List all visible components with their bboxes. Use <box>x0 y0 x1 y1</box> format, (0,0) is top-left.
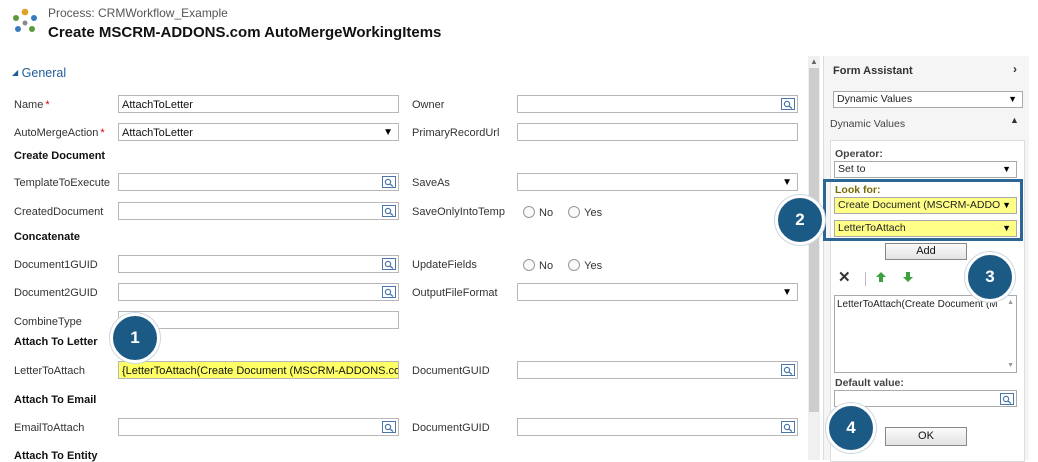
lookup-icon[interactable] <box>781 98 795 110</box>
automerge-action-select[interactable]: AttachToLetter ▼ <box>118 123 399 141</box>
email-to-attach-label: EmailToAttach <box>14 422 85 434</box>
letter-to-attach-label: LetterToAttach <box>14 365 85 377</box>
radio-yes[interactable]: Yes <box>568 206 602 219</box>
update-fields-label: UpdateFields <box>412 259 477 271</box>
callout-badge-1: 1 <box>110 313 160 363</box>
created-document-label: CreatedDocument <box>14 206 104 218</box>
created-document-input[interactable] <box>118 202 399 220</box>
move-up-icon[interactable] <box>875 271 887 283</box>
toolbar-divider <box>865 272 866 286</box>
mode-value: Dynamic Values <box>837 93 913 105</box>
delete-icon[interactable]: ✕ <box>838 268 851 286</box>
list-scroll-up-icon[interactable]: ▲ <box>1007 299 1014 306</box>
document1-guid-input[interactable] <box>118 255 399 273</box>
operator-label: Operator: <box>835 148 883 160</box>
page-title: Create MSCRM-ADDONS.com AutoMergeWorking… <box>48 24 442 41</box>
collapse-triangle-icon: ◢ <box>12 68 19 77</box>
look-for-highlight <box>823 179 1023 241</box>
dropdown-arrow-icon: ▼ <box>782 177 792 188</box>
lookup-icon[interactable] <box>781 364 795 376</box>
lookup-icon[interactable] <box>382 258 396 270</box>
document-guid-input[interactable] <box>517 361 798 379</box>
lookup-icon[interactable] <box>382 286 396 298</box>
callout-badge-3: 3 <box>965 252 1015 302</box>
form-assistant-mode-select[interactable]: Dynamic Values ▼ <box>833 91 1023 108</box>
radio-yes[interactable]: Yes <box>568 259 602 272</box>
move-down-icon[interactable] <box>902 271 914 283</box>
letter-to-attach-input[interactable]: {LetterToAttach(Create Document (MSCRM-A… <box>118 361 399 379</box>
automerge-action-label: AutoMergeAction * <box>14 127 105 139</box>
save-as-label: SaveAs <box>412 177 450 189</box>
add-button[interactable]: Add <box>885 243 967 260</box>
document-guid-label-2: DocumentGUID <box>412 422 490 434</box>
operator-select[interactable]: Set to ▼ <box>834 161 1017 178</box>
combine-type-input[interactable] <box>118 311 399 329</box>
template-to-execute-label: TemplateToExecute <box>14 177 110 189</box>
lookup-icon[interactable] <box>1000 393 1014 405</box>
chevron-right-icon[interactable]: › <box>1013 62 1017 76</box>
general-section-label: General <box>21 66 67 80</box>
default-value-label: Default value: <box>835 377 904 389</box>
owner-input[interactable] <box>517 95 798 113</box>
lookup-icon[interactable] <box>382 205 396 217</box>
automerge-action-value: AttachToLetter <box>122 127 193 139</box>
save-only-into-temp-radios: No Yes <box>523 206 614 219</box>
dynamic-values-list[interactable]: LetterToAttach(Create Document (M ▲ ▼ <box>834 295 1017 373</box>
save-as-select[interactable]: ▼ <box>517 173 798 191</box>
document1-guid-label: Document1GUID <box>14 259 98 271</box>
dropdown-arrow-icon: ▼ <box>1008 94 1017 104</box>
attach-to-letter-heading: Attach To Letter <box>14 336 98 348</box>
document-guid-label: DocumentGUID <box>412 365 490 377</box>
name-label: Name * <box>14 99 50 111</box>
owner-label: Owner <box>412 99 445 111</box>
callout-badge-2: 2 <box>775 195 825 245</box>
form-assistant-title: Form Assistant <box>833 65 913 77</box>
primary-record-url-label: PrimaryRecordUrl <box>412 127 500 139</box>
callout-badge-4: 4 <box>826 403 876 453</box>
name-input[interactable]: AttachToLetter <box>118 95 399 113</box>
dropdown-arrow-icon: ▼ <box>383 127 393 138</box>
collapse-up-icon[interactable]: ▲ <box>1010 115 1019 125</box>
combine-type-label: CombineType <box>14 316 82 328</box>
ok-button[interactable]: OK <box>885 427 967 446</box>
create-document-heading: Create Document <box>14 150 106 162</box>
lookup-icon[interactable] <box>382 421 396 433</box>
lookup-icon[interactable] <box>382 176 396 188</box>
document-guid-input-2[interactable] <box>517 418 798 436</box>
list-scroll-down-icon[interactable]: ▼ <box>1007 362 1014 369</box>
scroll-up-icon[interactable]: ▲ <box>810 57 818 66</box>
primary-record-url-input[interactable] <box>517 123 798 141</box>
dropdown-arrow-icon: ▼ <box>782 287 792 298</box>
general-section-toggle[interactable]: ◢ General <box>12 66 66 80</box>
attach-to-entity-heading: Attach To Entity <box>14 450 98 462</box>
radio-no[interactable]: No <box>523 259 553 272</box>
process-label: Process: CRMWorkflow_Example <box>48 6 228 20</box>
document2-guid-input[interactable] <box>118 283 399 301</box>
workflow-gears-icon <box>13 8 37 32</box>
template-to-execute-input[interactable] <box>118 173 399 191</box>
save-only-into-temp-label: SaveOnlyIntoTemp <box>412 206 505 218</box>
attach-to-email-heading: Attach To Email <box>14 394 97 406</box>
radio-no[interactable]: No <box>523 206 553 219</box>
dynamic-values-label: Dynamic Values <box>830 118 906 130</box>
output-file-format-label: OutputFileFormat <box>412 287 498 299</box>
email-to-attach-input[interactable] <box>118 418 399 436</box>
dropdown-arrow-icon: ▼ <box>1002 164 1011 174</box>
output-file-format-select[interactable]: ▼ <box>517 283 798 301</box>
document2-guid-label: Document2GUID <box>14 287 98 299</box>
update-fields-radios: No Yes <box>523 259 614 272</box>
lookup-icon[interactable] <box>781 421 795 433</box>
concatenate-heading: Concatenate <box>14 231 81 243</box>
operator-value: Set to <box>838 163 866 175</box>
